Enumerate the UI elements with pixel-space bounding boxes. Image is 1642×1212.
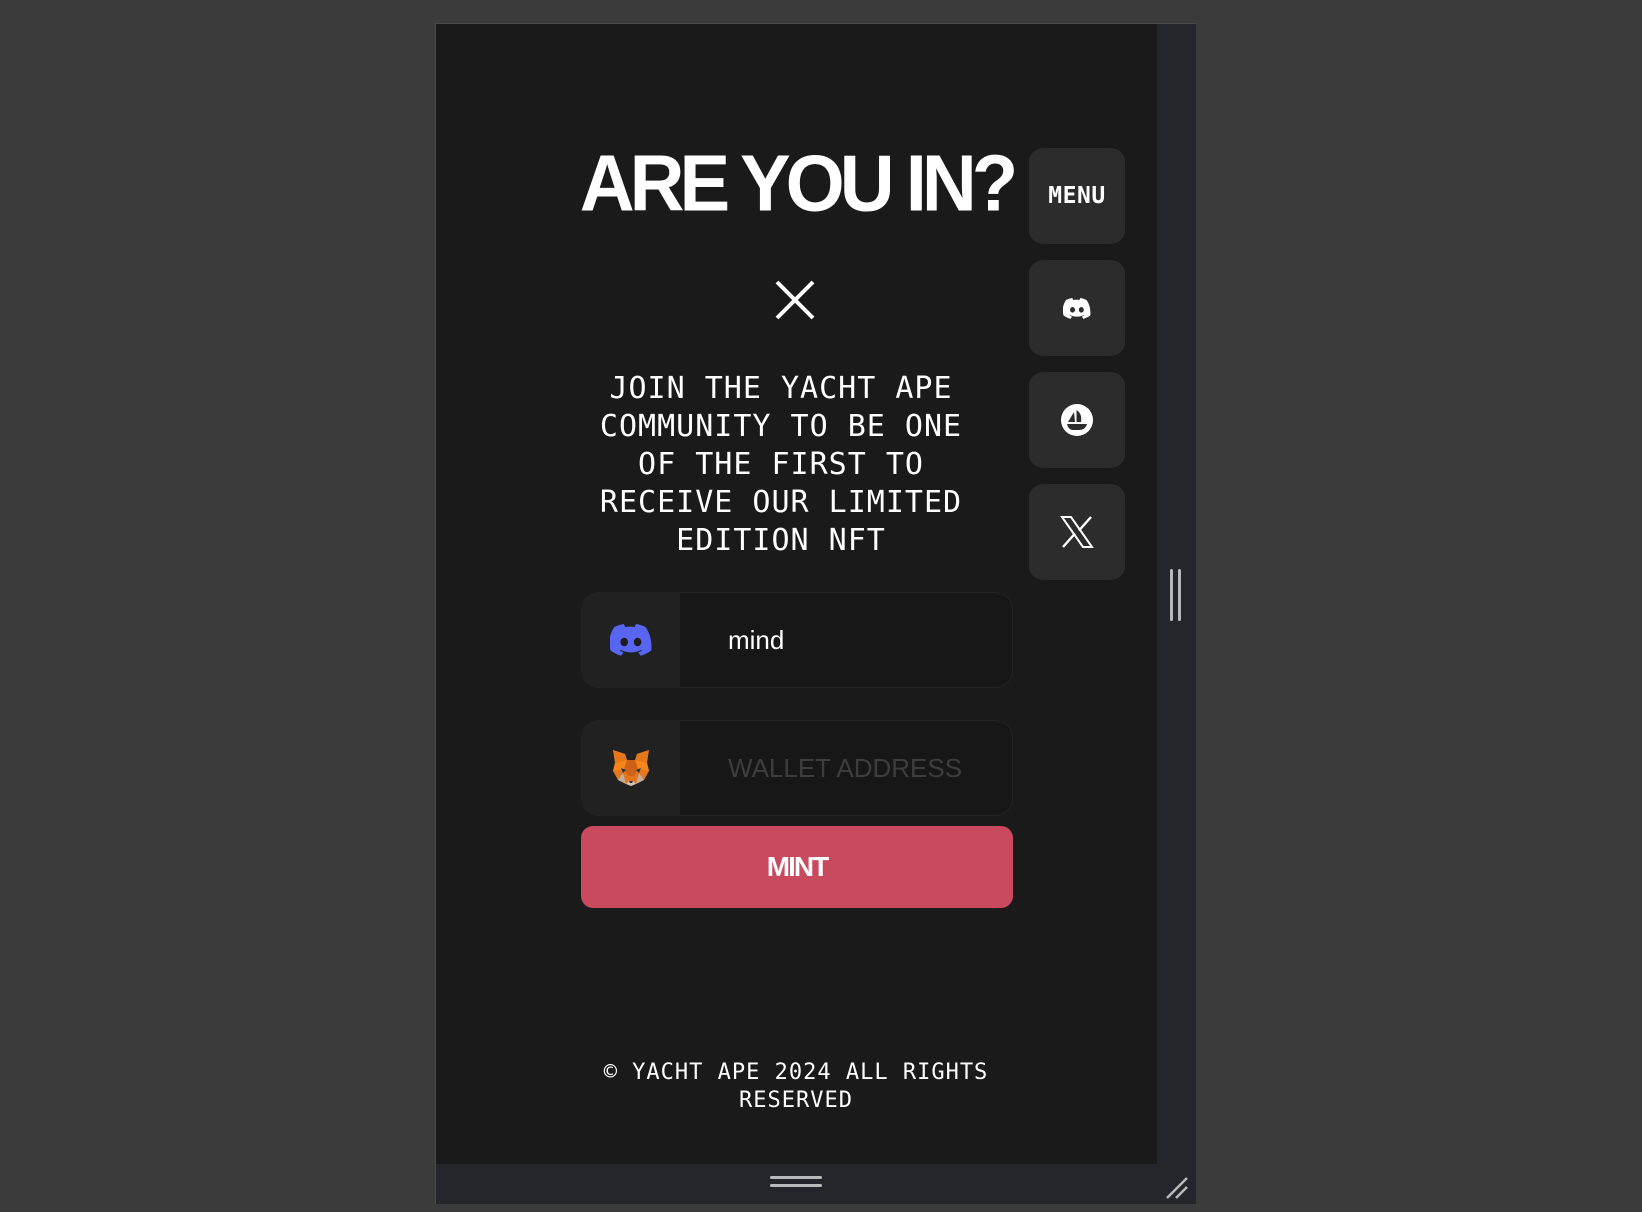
close-icon (775, 280, 815, 320)
resize-grip-icon (1166, 1177, 1188, 1199)
discord-icon (610, 624, 652, 656)
page-viewport: ARE YOU IN? JOIN THE YACHT APE COMMUNITY… (436, 24, 1157, 1164)
height-resize-handle[interactable] (770, 1176, 822, 1190)
opensea-icon (1061, 404, 1093, 436)
x-link-button[interactable] (1029, 484, 1125, 580)
tagline: JOIN THE YACHT APE COMMUNITY TO BE ONE O… (599, 371, 963, 558)
x-icon (1060, 516, 1094, 548)
wallet-address-input[interactable] (680, 721, 1012, 815)
discord-field-icon-cell (582, 593, 680, 687)
responsive-device-frame: ARE YOU IN? JOIN THE YACHT APE COMMUNITY… (435, 23, 1196, 1204)
menu-button[interactable]: MENU (1029, 148, 1125, 244)
copyright-footer: © YACHT APE 2024 ALL RIGHTS RESERVED (603, 1060, 989, 1113)
discord-link-button[interactable] (1029, 260, 1125, 356)
discord-username-field (581, 592, 1013, 688)
width-resize-handle[interactable] (1170, 569, 1184, 621)
opensea-link-button[interactable] (1029, 372, 1125, 468)
wallet-address-field (581, 720, 1013, 816)
metamask-fox-icon (613, 750, 649, 786)
corner-resize-handle[interactable] (1163, 1174, 1189, 1200)
close-button[interactable] (773, 278, 817, 322)
wallet-field-icon-cell (582, 721, 680, 815)
mint-button[interactable]: MINT (581, 826, 1013, 908)
discord-username-input[interactable] (680, 593, 1012, 687)
discord-icon (1063, 297, 1091, 319)
